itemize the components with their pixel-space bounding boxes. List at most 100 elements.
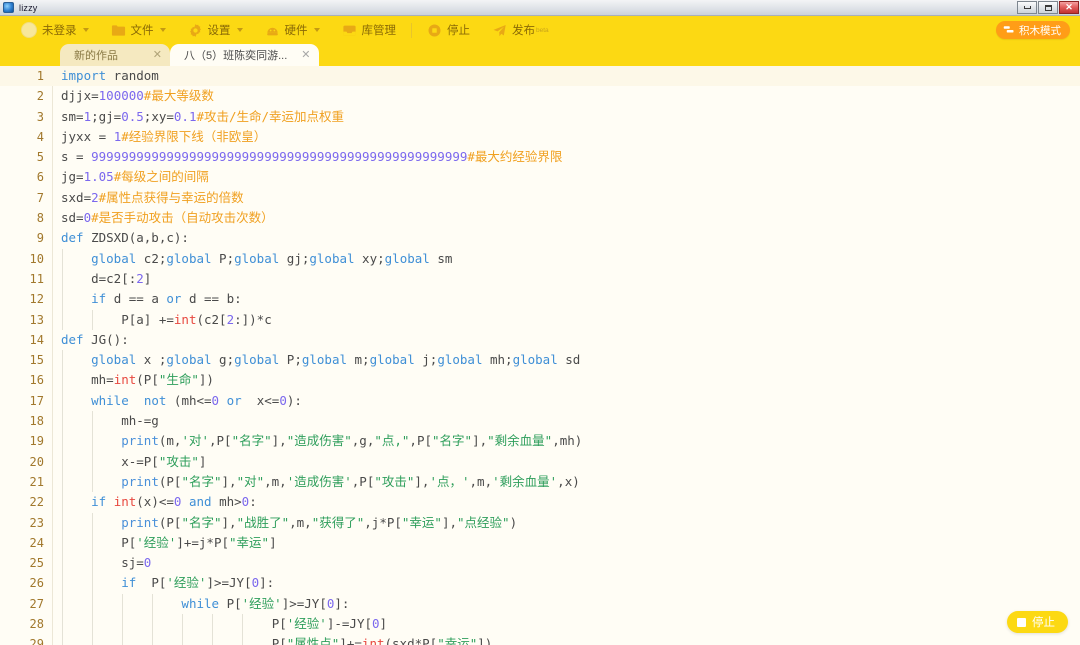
indent-guide xyxy=(61,553,63,574)
code-editor[interactable]: 1 import random 2 djjx=100000#最大等级数 3 sm=1;gj… xyxy=(0,66,1080,645)
code-token-pl: P[ xyxy=(61,636,287,645)
line-number: 7 xyxy=(36,190,44,205)
code-token-str: '经验' xyxy=(166,575,207,591)
code-token-num: 1 xyxy=(83,108,92,124)
code-token-pl: P; xyxy=(211,250,235,266)
code-token-pl: sxd= xyxy=(61,189,92,205)
toolbar-item-account[interactable]: 未登录 xyxy=(10,16,100,44)
code-token-kw: or xyxy=(226,392,242,408)
code-line[interactable]: 5s = 99999999999999999999999999999999999… xyxy=(0,147,1080,167)
code-token-pl: mh-=g xyxy=(61,413,159,429)
code-line[interactable]: 25 sj=0 xyxy=(0,553,1080,574)
code-token-pl: (c2[ xyxy=(196,311,227,327)
code-line[interactable]: 28 P['经验']-=JY[0] xyxy=(0,614,1080,635)
code-line[interactable]: 20 x-=P["攻击"] xyxy=(0,451,1080,472)
code-token-bi: int xyxy=(173,311,197,327)
line-number: 1 xyxy=(36,69,44,83)
code-line[interactable]: 21 print(P["名字"],"对",m,'造成伤害',P["攻击"],'点… xyxy=(0,471,1080,493)
code-line[interactable]: 14 def JG(): xyxy=(0,330,1080,350)
toolbar-item-library-manager[interactable]: 库管理 xyxy=(331,16,408,44)
code-line[interactable]: 19 print(m,'对',P["名字"],"造成伤害",g,"点,",P["… xyxy=(0,431,1080,452)
code-line[interactable]: 2 djjx=100000#最大等级数 xyxy=(0,86,1080,106)
code-token-kw: global xyxy=(301,352,347,368)
toolbar-item-file[interactable]: 文件 xyxy=(100,16,177,44)
code-line[interactable]: 22 if int(x)<=0 and mh>0: xyxy=(0,492,1080,513)
code-token-pl: gj; xyxy=(279,250,310,266)
code-token-pl: ]+=j*P[ xyxy=(176,534,230,550)
send-icon xyxy=(492,23,507,38)
tab-strip: 新的作品 ✕ 八（5）班陈奕同游... ✕ xyxy=(0,44,1080,66)
code-line[interactable]: 12 if d == a or d == b: xyxy=(0,289,1080,310)
code-line[interactable]: 4 jyxx = 1#经验界限下线（非欧皇） xyxy=(0,127,1080,147)
code-token-kw: if xyxy=(121,575,137,591)
code-line[interactable]: 6 jg=1.05#每级之间的间隔 xyxy=(0,167,1080,187)
code-token-pl: ] xyxy=(379,616,388,632)
code-text: P[a] +=int(c2[2:])*c xyxy=(44,310,272,330)
main-toolbar: 未登录 文件 设置 硬件 库管理 停止 发布 beta 积木模式 xyxy=(0,16,1080,44)
line-number: 8 xyxy=(36,211,44,226)
tab-current-project[interactable]: 八（5）班陈奕同游... ✕ xyxy=(170,44,319,66)
line-number: 16 xyxy=(29,373,44,388)
code-token-pl: ]>=JY[ xyxy=(281,595,327,611)
indent-guide xyxy=(61,370,63,391)
code-token-pl: ]: xyxy=(334,595,350,611)
code-line[interactable]: 23 print(P["名字"],"战胜了",m,"获得了",j*P["幸运"]… xyxy=(0,512,1080,533)
code-token-str: '造成伤害' xyxy=(286,473,352,489)
toolbar-item-settings[interactable]: 设置 xyxy=(177,16,254,44)
code-line[interactable]: 29 P["属性点"]+=int(sxd*P["幸运"]) xyxy=(0,634,1080,645)
code-line[interactable]: 24 P['经验']+=j*P["幸运"] xyxy=(0,532,1080,554)
code-line[interactable]: 3 sm=1;gj=0.5;xy=0.1#攻击/生命/幸运加点权重 xyxy=(0,107,1080,127)
line-number: 20 xyxy=(29,454,44,469)
code-token-num: 2 xyxy=(226,311,235,327)
code-line[interactable]: 17 while not (mh<=0 or x<=0): xyxy=(0,390,1080,412)
code-line[interactable]: 16 mh=int(P["生命"]) xyxy=(0,370,1080,391)
code-line[interactable]: 27 while P['经验']>=JY[0]: xyxy=(0,593,1080,615)
chevron-down-icon xyxy=(236,28,243,32)
code-line[interactable]: 11 d=c2[:2] xyxy=(0,268,1080,290)
code-text: P['经验']-=JY[0] xyxy=(44,614,387,634)
code-token-kw: def xyxy=(61,331,84,347)
code-token-num: 0.1 xyxy=(173,108,197,124)
code-line[interactable]: 18 mh-=g xyxy=(0,411,1080,432)
code-line[interactable]: 26 if P['经验']>=JY[0]: xyxy=(0,573,1080,594)
close-button[interactable]: ✕ xyxy=(1059,1,1079,14)
code-token-pl: sd= xyxy=(61,210,84,226)
tab-new-project[interactable]: 新的作品 ✕ xyxy=(60,44,170,66)
code-token-str: '经验' xyxy=(286,616,327,632)
code-token-str: "属性点" xyxy=(286,636,340,645)
code-line[interactable]: 1 import random xyxy=(0,66,1080,87)
code-token-pl: x<= xyxy=(241,392,280,408)
code-text: sm=1;gj=0.5;xy=0.1#攻击/生命/幸运加点权重 xyxy=(44,107,344,127)
block-mode-button[interactable]: 积木模式 xyxy=(996,21,1070,39)
code-text: def JG(): xyxy=(44,330,129,350)
indent-guide xyxy=(91,512,93,533)
floating-stop-button[interactable]: 停止 xyxy=(1007,611,1068,633)
blocks-icon xyxy=(1003,24,1015,36)
toolbar-item-publish[interactable]: 发布 beta xyxy=(481,16,560,44)
close-icon[interactable]: ✕ xyxy=(139,49,162,61)
code-line[interactable]: 13 P[a] +=int(c2[2:])*c xyxy=(0,309,1080,330)
code-token-str: "攻击" xyxy=(374,473,415,489)
code-line[interactable]: 9 def ZDSXD(a,b,c): xyxy=(0,228,1080,248)
indent-guide xyxy=(61,614,63,635)
code-line[interactable]: 7 sxd=2#属性点获得与幸运的倍数 xyxy=(0,188,1080,208)
code-text: sj=0 xyxy=(44,553,151,573)
minimize-button[interactable] xyxy=(1017,1,1037,14)
maximize-button[interactable] xyxy=(1038,1,1058,14)
window-titlebar: lizzy ✕ xyxy=(0,0,1080,16)
toolbar-item-stop[interactable]: 停止 xyxy=(416,16,481,44)
chevron-down-icon xyxy=(82,28,89,32)
tab-label: 八（5）班陈奕同游... xyxy=(184,50,288,62)
code-token-str: "名字" xyxy=(181,473,222,489)
code-lines-container[interactable]: 1 import random 2 djjx=100000#最大等级数 3 sm=1;gj… xyxy=(0,66,1080,645)
code-line[interactable]: 10 global c2;global P;global gj;global x… xyxy=(0,248,1080,269)
code-text: djjx=100000#最大等级数 xyxy=(44,86,214,106)
toolbar-item-hardware[interactable]: 硬件 xyxy=(254,16,331,44)
code-line[interactable]: 8 sd=0#是否手动攻击（自动攻击次数） xyxy=(0,208,1080,228)
indent-guide xyxy=(91,573,93,594)
close-icon[interactable]: ✕ xyxy=(287,49,310,61)
line-number: 27 xyxy=(29,596,44,611)
code-line[interactable]: 15 global x ;global g;global P;global m;… xyxy=(0,350,1080,371)
code-token-pl: xy; xyxy=(354,250,385,266)
code-token-pl: ], xyxy=(221,514,237,530)
